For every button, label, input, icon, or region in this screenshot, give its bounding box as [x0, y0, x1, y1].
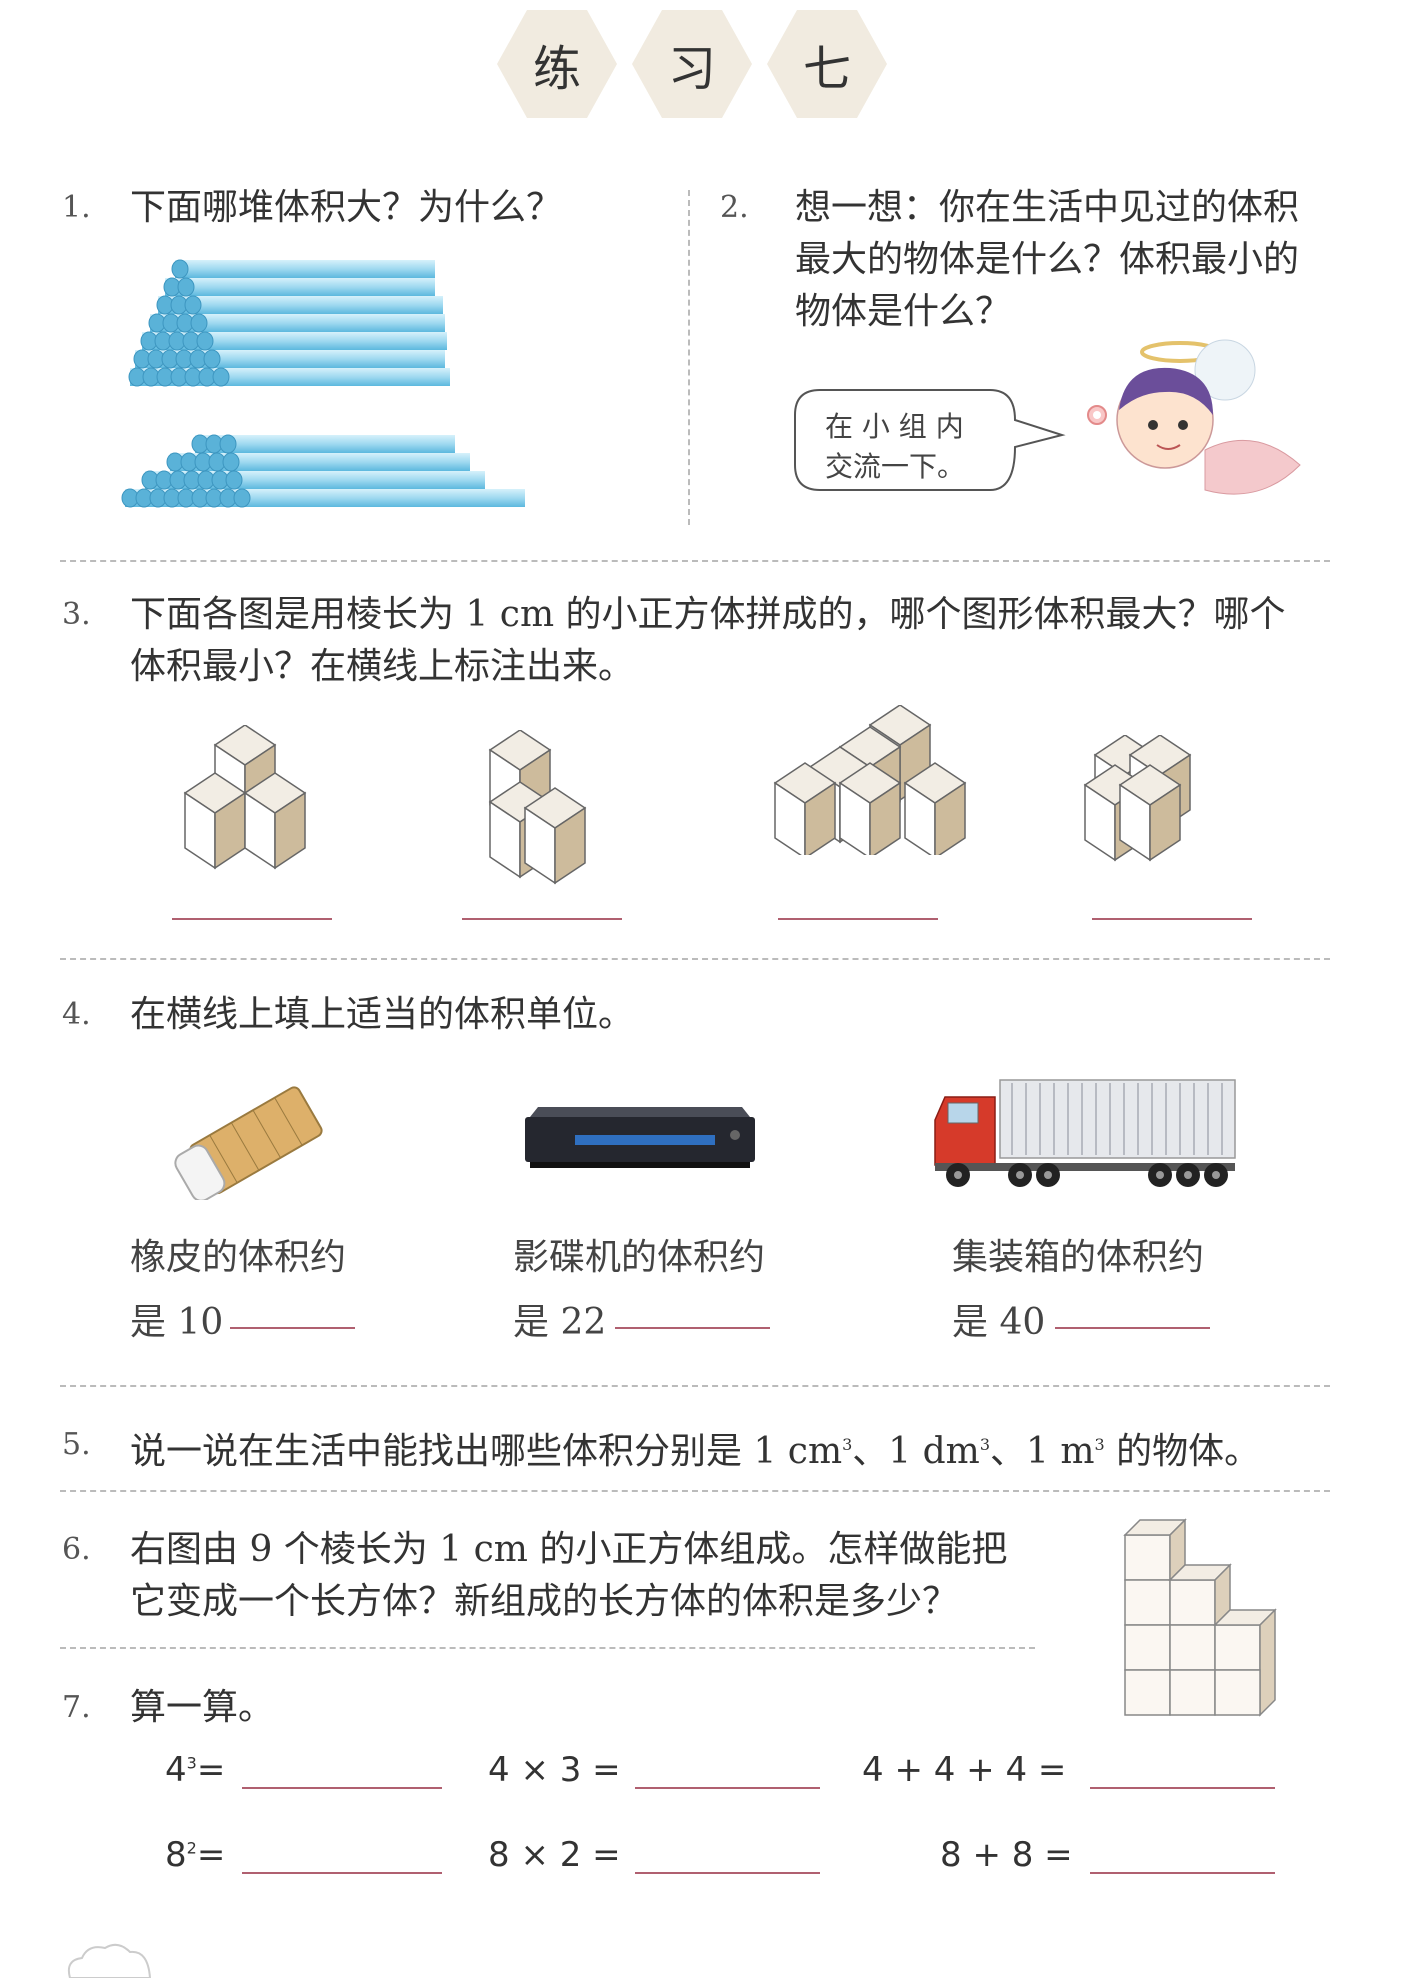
eraser-unit-blank[interactable]	[230, 1327, 355, 1329]
calc-2b-answer-blank[interactable]	[635, 1872, 820, 1874]
answer-blank-figure-c[interactable]	[778, 918, 938, 920]
eraser-value: 是 10	[130, 1302, 224, 1343]
eraser-label: 橡皮的体积约	[130, 1237, 347, 1278]
q5-sup-3: 3	[1094, 1435, 1105, 1454]
stair-cubes-illustration	[1123, 1518, 1277, 1717]
q5-text-d: 的物体。	[1104, 1431, 1261, 1472]
title-char-1: 练	[497, 10, 617, 118]
q2-line-2: 最大的物体是什么？体积最小的	[795, 239, 1300, 280]
calc-2c-answer-blank[interactable]	[1090, 1872, 1275, 1874]
cube-figure-b	[489, 730, 586, 884]
container-truck-illustration	[934, 1079, 1236, 1187]
title-char-3: 七	[767, 10, 887, 118]
speech-bubble-line-1: 在 小 组 内	[825, 410, 964, 443]
calc-2a-exponent: 2	[186, 1838, 197, 1858]
q4-number: 4.	[62, 997, 91, 1032]
calc-1a-expression: 43=	[165, 1750, 225, 1790]
calc-2a-equals: =	[196, 1835, 226, 1875]
answer-blank-figure-d[interactable]	[1092, 918, 1252, 920]
answer-blank-figure-a[interactable]	[172, 918, 332, 920]
container-label: 集装箱的体积约	[952, 1237, 1205, 1278]
q6-number: 6.	[62, 1532, 91, 1567]
cube-figure-c	[774, 705, 966, 855]
q6-line-1: 右图由 9 个棱长为 1 cm 的小正方体组成。怎样做能把	[130, 1529, 1008, 1570]
q2-number: 2.	[720, 190, 749, 225]
calc-1b-expression: 4 × 3 =	[488, 1750, 621, 1790]
flat-pile	[121, 434, 525, 508]
q5-text-a: 说一说在生活中能找出哪些体积分别是 1 cm	[130, 1431, 843, 1472]
q1-number: 1.	[62, 190, 91, 225]
tall-pile	[128, 259, 450, 387]
cube-figure-d	[1084, 735, 1191, 861]
q5-text: 说一说在生活中能找出哪些体积分别是 1 cm3、1 dm3、1 m3 的物体。	[130, 1419, 1260, 1478]
column-divider	[688, 190, 690, 525]
log-piles-illustration	[121, 259, 525, 508]
q5-sup-1: 3	[842, 1435, 853, 1454]
section-divider-2	[60, 958, 1330, 960]
q3-line-2: 体积最小？在横线上标注出来。	[130, 646, 635, 687]
title-char-2: 习	[632, 10, 752, 118]
calc-2b-expression: 8 × 2 =	[488, 1835, 621, 1875]
q6-line-2: 它变成一个长方体？新组成的长方体的体积是多少？	[130, 1581, 959, 1622]
q4-text: 在横线上填上适当的体积单位。	[130, 994, 635, 1035]
q7-text: 算一算。	[130, 1687, 275, 1728]
dvd-player-illustration	[525, 1107, 755, 1168]
calc-1a-exponent: 3	[186, 1753, 197, 1773]
dvd-player-value: 是 22	[513, 1302, 607, 1343]
dvd-player-label: 影碟机的体积约	[513, 1237, 766, 1278]
calc-2a-answer-blank[interactable]	[242, 1872, 442, 1874]
q2-line-1: 想一想：你在生活中见过的体积	[795, 187, 1300, 228]
section-divider-5	[60, 1647, 1035, 1649]
calc-2a-base: 8	[165, 1835, 187, 1875]
calc-1c-expression: 4 + 4 + 4 =	[862, 1750, 1067, 1790]
calc-1a-answer-blank[interactable]	[242, 1787, 442, 1789]
q5-sup-2: 3	[979, 1435, 990, 1454]
calc-2a-expression: 82=	[165, 1835, 225, 1875]
container-value: 是 40	[952, 1302, 1046, 1343]
q1-text: 下面哪堆体积大？为什么？	[130, 187, 563, 228]
calc-1c-answer-blank[interactable]	[1090, 1787, 1275, 1789]
q5-text-c: 、1 m	[990, 1431, 1095, 1472]
q2-line-3: 物体是什么？	[795, 291, 1012, 332]
calc-1a-base: 4	[165, 1750, 187, 1790]
q5-text-b: 、1 dm	[852, 1431, 980, 1472]
q7-number: 7.	[62, 1690, 91, 1725]
q5-number: 5.	[62, 1427, 91, 1462]
dvd-player-unit-blank[interactable]	[615, 1327, 770, 1329]
cloud-decoration	[67, 1943, 152, 1978]
speech-bubble-line-2: 交流一下。	[825, 450, 966, 483]
section-divider-1	[60, 560, 1330, 562]
calc-1b-answer-blank[interactable]	[635, 1787, 820, 1789]
eraser-illustration	[174, 1086, 323, 1200]
q3-number: 3.	[62, 597, 91, 632]
angel-character-illustration	[1087, 339, 1301, 495]
section-divider-4	[60, 1490, 1330, 1492]
container-unit-blank[interactable]	[1055, 1327, 1210, 1329]
calc-2c-expression: 8 + 8 =	[940, 1835, 1073, 1875]
calc-1a-equals: =	[196, 1750, 226, 1790]
section-divider-3	[60, 1385, 1330, 1387]
q3-line-1: 下面各图是用棱长为 1 cm 的小正方体拼成的，哪个图形体积最大？哪个	[130, 594, 1286, 635]
cube-figure-a	[184, 725, 306, 869]
answer-blank-figure-b[interactable]	[462, 918, 622, 920]
